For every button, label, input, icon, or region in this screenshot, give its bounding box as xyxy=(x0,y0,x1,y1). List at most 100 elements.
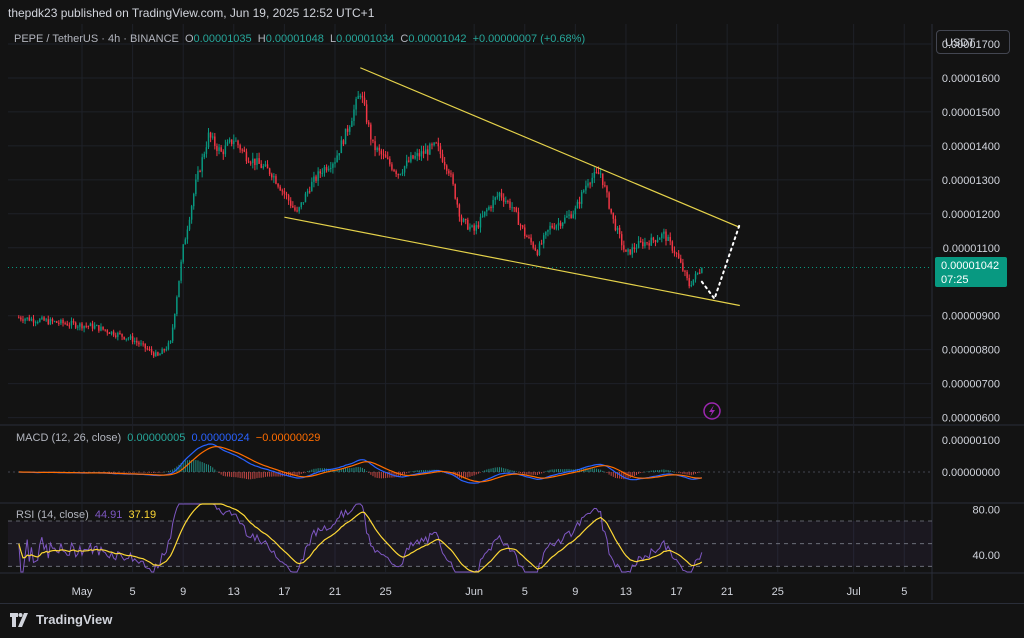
candle-body xyxy=(677,253,680,259)
candle-body xyxy=(633,247,636,250)
x-tick-label: 5 xyxy=(130,586,136,598)
candle-body xyxy=(646,242,648,244)
macd-hist-bar xyxy=(146,472,148,473)
candle-body xyxy=(239,145,241,150)
candle-body xyxy=(258,158,260,164)
macd-hist-bar xyxy=(220,472,222,475)
macd-hist-bar xyxy=(138,472,140,473)
candle-body xyxy=(106,330,109,333)
candle-body xyxy=(174,314,176,328)
macd-hist-bar xyxy=(418,470,420,472)
tradingview-logo[interactable]: TradingView xyxy=(10,612,112,627)
macd-hist-bar xyxy=(678,472,680,473)
macd-hist-bar xyxy=(119,472,121,473)
candle-body xyxy=(477,225,480,228)
x-tick-label: 13 xyxy=(620,586,632,598)
currency-button[interactable]: USDT xyxy=(936,30,1010,54)
candle-body xyxy=(374,141,376,151)
candle-body xyxy=(623,245,625,250)
candle-body xyxy=(336,155,338,163)
macd-hist-bar xyxy=(248,472,250,480)
macd-hist-bar xyxy=(189,460,191,472)
macd-hist-bar xyxy=(273,472,275,477)
candle-body xyxy=(254,158,256,166)
macd-hist-bar xyxy=(635,472,637,476)
candle-body xyxy=(578,201,581,204)
macd-hist-bar xyxy=(349,468,351,472)
macd-hist-bar xyxy=(113,472,115,473)
candle-body xyxy=(180,261,182,281)
macd-hist-bar xyxy=(245,472,247,479)
macd-hist-bar xyxy=(633,472,635,476)
macd-hist-bar xyxy=(271,472,273,477)
macd-hist-bar xyxy=(197,460,199,472)
candle-body xyxy=(186,229,189,240)
macd-hist-bar xyxy=(267,472,269,477)
macd-hist-bar xyxy=(684,472,686,475)
candle-body xyxy=(561,222,564,227)
rsi-legend[interactable]: RSI (14, close) 44.91 37.19 xyxy=(16,509,156,521)
candle-body xyxy=(365,104,368,123)
candle-body xyxy=(435,142,437,144)
macd-hist-bar xyxy=(699,472,701,473)
macd-hist-bar xyxy=(545,471,547,472)
candle-body xyxy=(450,173,452,175)
candle-body xyxy=(230,139,233,145)
candle-body xyxy=(102,326,104,330)
chart-canvas[interactable]: May 5 9 13 17 21 25 Jun 5 9 13 17 21 25 Jul 50.00001700… xyxy=(0,0,1024,637)
candle-body xyxy=(275,176,277,184)
macd-hist-bar xyxy=(214,469,216,472)
price-tick-label: 0.00001300 xyxy=(942,175,1000,187)
candle-body xyxy=(479,216,482,228)
macd-hist-bar xyxy=(159,472,161,473)
candle-body xyxy=(593,172,596,178)
candle-body xyxy=(205,147,208,154)
candle-body xyxy=(148,349,151,351)
macd-tick-label: 0.00000000 xyxy=(942,467,1000,479)
candle-body xyxy=(591,177,593,184)
macd-signal-value: −0.00000029 xyxy=(255,432,321,444)
candle-body xyxy=(20,317,22,320)
candle-body xyxy=(252,158,254,164)
candle-body xyxy=(245,151,248,162)
candle-body xyxy=(692,279,695,285)
macd-hist-bar xyxy=(591,468,593,472)
macd-hist-bar xyxy=(606,472,608,473)
candle-body xyxy=(536,250,539,256)
candle-body xyxy=(549,225,551,230)
candle-body xyxy=(144,343,146,349)
candle-body xyxy=(271,174,273,178)
macd-hist-bar xyxy=(134,472,136,473)
macd-hist-bar xyxy=(151,472,153,473)
x-tick-label: 5 xyxy=(901,586,907,598)
candle-body xyxy=(538,243,541,256)
candle-body xyxy=(572,214,574,219)
candle-body xyxy=(169,340,172,343)
candle-body xyxy=(486,209,488,212)
macd-hist-bar xyxy=(241,472,243,479)
macd-hist-bar xyxy=(646,471,648,472)
candle-body xyxy=(273,176,275,178)
symbol-label[interactable]: PEPE / TetherUS · 4h · BINANCE xyxy=(14,33,179,45)
candle-body xyxy=(610,208,612,213)
macd-hist-bar xyxy=(378,472,380,479)
candle-body xyxy=(627,249,629,252)
candle-body xyxy=(464,219,467,221)
candle-body xyxy=(427,149,429,155)
candle-body xyxy=(656,239,659,243)
macd-hist-bar xyxy=(595,468,597,472)
candle-body xyxy=(589,183,591,185)
candle-body xyxy=(296,210,298,212)
candle-body xyxy=(30,318,33,321)
macd-hist-bar xyxy=(389,472,391,478)
candle-body xyxy=(313,176,315,182)
rsi-value: 44.91 xyxy=(94,509,123,521)
candle-body xyxy=(62,319,64,324)
macd-hist-bar xyxy=(659,470,661,472)
macd-hist-bar xyxy=(357,466,359,472)
macd-legend[interactable]: MACD (12, 26, close) 0.00000005 0.000000… xyxy=(16,432,320,444)
candle-body xyxy=(264,164,267,167)
candle-body xyxy=(431,144,433,146)
candle-body xyxy=(190,206,193,220)
candle-body xyxy=(188,219,191,230)
